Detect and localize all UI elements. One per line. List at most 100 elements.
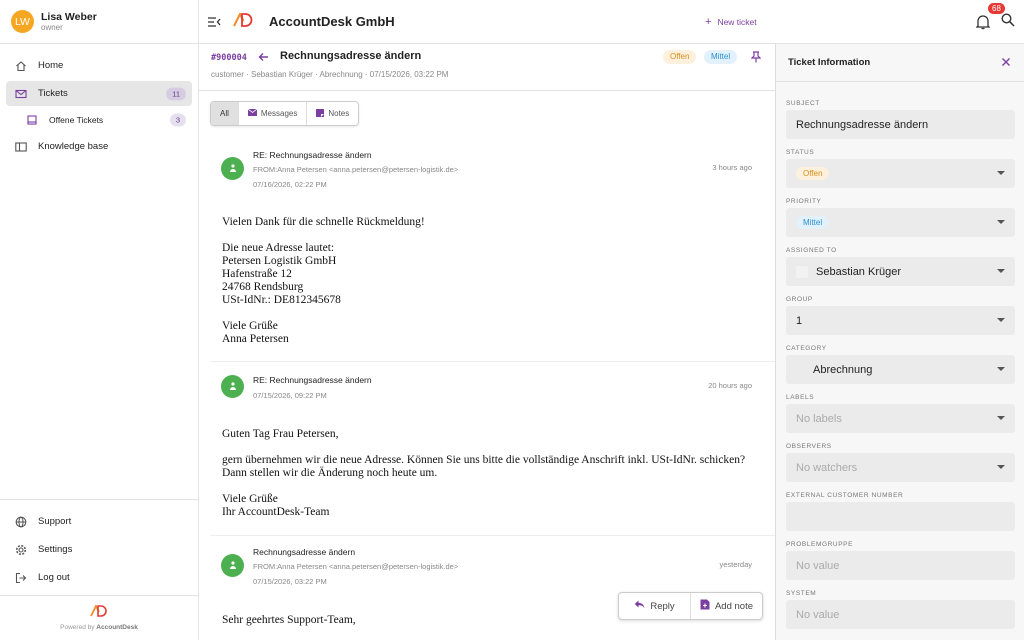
user-role: owner [41,22,63,32]
filter-messages[interactable]: Messages [238,102,308,125]
search-icon[interactable] [1001,13,1015,30]
message-filter-tabs: All Messages Notes [210,101,360,126]
message-avatar [221,554,244,577]
filter-notes[interactable]: Notes [307,102,359,125]
add-note-label: Add note [714,600,754,612]
subject-field: SUBJECT Rechnungsadresse ändern [786,100,1015,139]
panel-header: Ticket Information [776,44,1024,82]
message-body: Guten Tag Frau Petersen, gern übernehmen… [222,428,746,518]
nav-item-label: Knowledge base [38,141,109,152]
category-select[interactable]: Abrechnung [786,355,1015,384]
message-date: 07/16/2026, 02:22 PM [253,180,327,189]
panel-title: Ticket Information [788,57,871,68]
nav-item-tickets[interactable]: Tickets 11 [6,81,192,106]
nav-item-logout[interactable]: Log out [6,565,192,590]
field-label: OBSERVERS [786,443,832,450]
chevron-down-icon [997,367,1005,371]
logout-icon [15,572,27,584]
company-name: AccountDesk GmbH [269,14,395,29]
observers-value: No watchers [796,461,858,474]
message-divider [210,361,775,362]
problemgruppe-input[interactable]: No value [786,551,1015,580]
powered-by: Powered by AccountDesk [60,624,138,631]
reply-button[interactable]: Reply [619,593,691,619]
priority-value: Mittel [796,216,830,229]
message-avatar [221,157,244,180]
pin-icon[interactable] [750,51,762,66]
user-profile[interactable]: LW Lisa Weber owner [0,0,198,44]
system-input[interactable]: No value [786,600,1015,629]
external-customer-number-input[interactable] [786,502,1015,531]
assigned-to-value: Sebastian Krüger [816,265,901,278]
reply-icon [634,600,645,612]
menu-collapse-icon[interactable] [207,15,221,29]
person-icon [228,380,238,394]
labels-select[interactable]: No labels [786,404,1015,433]
assigned-to-select[interactable]: Sebastian Krüger [786,257,1015,286]
powered-by-brand: AccountDesk [96,624,138,631]
nav-item-support[interactable]: Support [6,509,192,534]
message-body: Vielen Dank für die schnelle Rückmeldung… [222,216,425,345]
message-subject: RE: Rechnungsadresse ändern [253,150,372,160]
field-label: CATEGORY [786,345,827,352]
message-subject: Rechnungsadresse ändern [253,547,356,557]
home-icon [15,60,27,72]
priority-field: PRIORITY Mittel [786,198,1015,237]
close-icon[interactable] [1001,56,1011,70]
bell-icon[interactable] [975,14,991,30]
add-note-button[interactable]: Add note [691,593,762,619]
category-field: CATEGORY Abrechnung [786,345,1015,384]
user-avatar: LW [11,10,34,33]
assignee-avatar [796,265,808,278]
filter-all[interactable]: All [211,102,239,125]
message-date: 07/15/2026, 03:22 PM [253,577,327,586]
field-label: PROBLEMGRUPPE [786,541,854,548]
nav-item-settings[interactable]: Settings [6,537,192,562]
message-date: 07/15/2026, 09:22 PM [253,391,327,400]
labels-field: LABELS No labels [786,394,1015,433]
reply-label: Reply [650,600,675,612]
subject-input[interactable]: Rechnungsadresse ändern [786,110,1015,139]
main-nav: Home Tickets 11 Offene Tickets 3 Knowled… [0,44,198,159]
nav-item-knowledge-base[interactable]: Knowledge base [6,134,192,159]
open-tickets-count-badge: 3 [169,113,186,127]
chevron-down-icon [997,318,1005,322]
chevron-down-icon [997,416,1005,420]
nav-item-open-tickets[interactable]: Offene Tickets 3 [6,109,192,131]
globe-icon [15,516,27,528]
message-from: FROM:Anna Petersen <anna.petersen@peters… [253,165,459,174]
nav-item-label: Tickets [38,88,68,99]
priority-select[interactable]: Mittel [786,208,1015,237]
message-item: RE: Rechnungsadresse ändern 07/15/2026, … [210,373,765,533]
brand-logo-icon [90,603,108,620]
book-icon [15,141,27,153]
nav-item-label: Home [38,60,64,71]
observers-field: OBSERVERS No watchers [786,443,1015,482]
ticket-info-panel: Ticket Information SUBJECT Rechnungsadre… [775,44,1024,640]
external-customer-number-field: EXTERNAL CUSTOMER NUMBER [786,492,1015,531]
nav-item-label: Support [38,516,72,527]
filter-all-label: All [220,109,229,118]
problemgruppe-field: PROBLEMGRUPPE No value [786,541,1015,580]
field-label: GROUP [786,296,813,303]
ticket-title: Rechnungsadresse ändern [280,50,422,62]
status-select[interactable]: Offen [786,159,1015,188]
status-value: Offen [796,167,830,180]
new-ticket-button[interactable]: + New ticket [705,16,757,28]
ticket-id[interactable]: #900004 [211,53,247,63]
ticket-titlebar: #900004 Rechnungsadresse ändern customer… [199,44,776,91]
message-item: RE: Rechnungsadresse ändern FROM:Anna Pe… [210,148,765,361]
priority-badge: Mittel [704,50,738,64]
nav-item-home[interactable]: Home [6,53,192,78]
powered-by-text: Powered by [60,624,95,631]
inbox-icon [26,114,38,126]
field-label: ASSIGNED TO [786,247,837,254]
assigned-to-field: ASSIGNED TO Sebastian Krüger [786,247,1015,286]
bottom-nav: Support Settings Log out [0,499,198,593]
observers-select[interactable]: No watchers [786,453,1015,482]
back-arrow-icon[interactable] [258,51,269,65]
group-select[interactable]: 1 [786,306,1015,335]
field-label: SYSTEM [786,590,817,597]
message-time-ago: yesterday [719,560,752,569]
message-avatar [221,375,244,398]
